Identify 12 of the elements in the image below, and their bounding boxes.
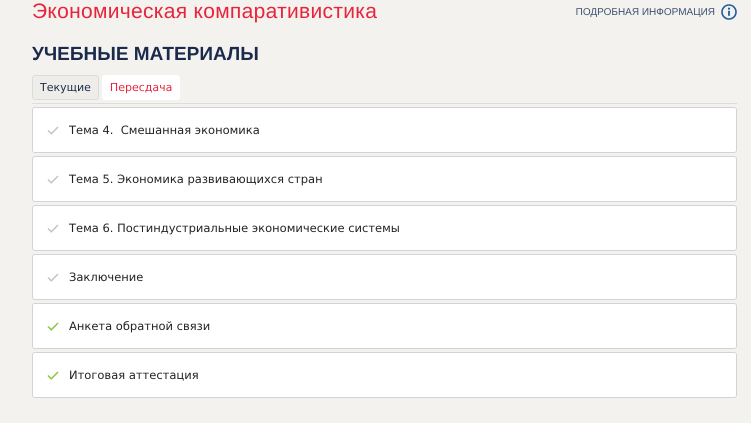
info-icon — [721, 4, 737, 20]
material-item[interactable]: Тема 6. Постиндустриальные экономические системы — [32, 205, 737, 251]
course-title: Экономическая компаративистика — [32, 0, 378, 24]
material-item[interactable]: Заключение — [32, 254, 737, 300]
material-item[interactable]: Тема 4. Смешанная экономика — [32, 107, 737, 153]
material-item[interactable]: Тема 5. Экономика развивающихся стран — [32, 156, 737, 202]
tab[interactable]: Пересдача — [102, 75, 180, 100]
info-link[interactable]: ПОДРОБНАЯ ИНФОРМАЦИЯ — [576, 4, 737, 20]
material-item[interactable]: Анкета обратной связи — [32, 303, 737, 349]
section-title: УЧЕБНЫЕ МАТЕРИАЛЫ — [32, 44, 260, 66]
material-item[interactable]: Итоговая аттестация — [32, 352, 737, 398]
tab[interactable]: Текущие — [32, 75, 99, 100]
